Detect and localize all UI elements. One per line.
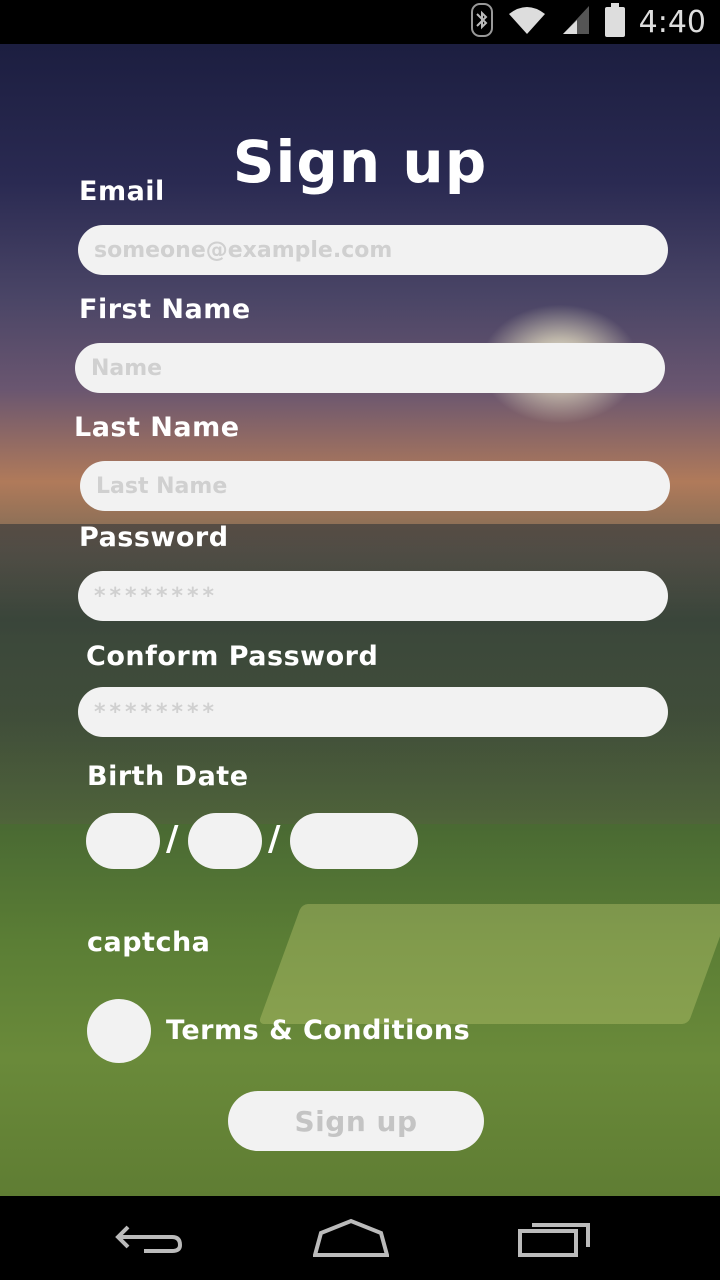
birth-month-field[interactable] bbox=[188, 813, 262, 869]
password-label: Password bbox=[79, 522, 229, 553]
signal-icon bbox=[561, 4, 591, 40]
terms-checkbox[interactable] bbox=[87, 999, 151, 1063]
last-name-field[interactable] bbox=[80, 461, 670, 511]
last-name-label: Last Name bbox=[74, 412, 240, 443]
birth-day-field[interactable] bbox=[86, 813, 160, 869]
back-button[interactable] bbox=[104, 1214, 194, 1264]
bluetooth-icon bbox=[470, 3, 493, 41]
home-button[interactable] bbox=[306, 1214, 396, 1264]
terms-label[interactable]: Terms & Conditions bbox=[166, 1015, 470, 1046]
sign-up-button[interactable]: Sign up bbox=[228, 1091, 484, 1151]
wifi-icon bbox=[507, 4, 547, 40]
back-icon bbox=[114, 1217, 184, 1261]
cricket-pitch bbox=[258, 904, 720, 1024]
status-icons: 4:40 bbox=[470, 0, 706, 44]
recent-apps-icon bbox=[518, 1217, 592, 1261]
confirm-password-field[interactable] bbox=[78, 687, 668, 737]
battery-icon bbox=[604, 3, 625, 41]
home-icon bbox=[312, 1217, 390, 1261]
signup-screen: Sign up Email First Name Last Name Passw… bbox=[0, 44, 720, 1196]
date-separator: / bbox=[166, 819, 179, 859]
first-name-field[interactable] bbox=[75, 343, 665, 393]
recent-apps-button[interactable] bbox=[510, 1214, 600, 1264]
confirm-password-label: Conform Password bbox=[86, 641, 379, 672]
email-field[interactable] bbox=[78, 225, 668, 275]
email-label: Email bbox=[79, 176, 165, 207]
birth-year-field[interactable] bbox=[290, 813, 418, 869]
date-separator: / bbox=[268, 819, 281, 859]
password-field[interactable] bbox=[78, 571, 668, 621]
first-name-label: First Name bbox=[79, 294, 251, 325]
nav-bar bbox=[0, 1196, 720, 1280]
captcha-label: captcha bbox=[87, 927, 211, 958]
status-time: 4:40 bbox=[638, 4, 706, 40]
status-bar: 4:40 bbox=[0, 0, 720, 44]
birth-date-label: Birth Date bbox=[87, 761, 249, 792]
